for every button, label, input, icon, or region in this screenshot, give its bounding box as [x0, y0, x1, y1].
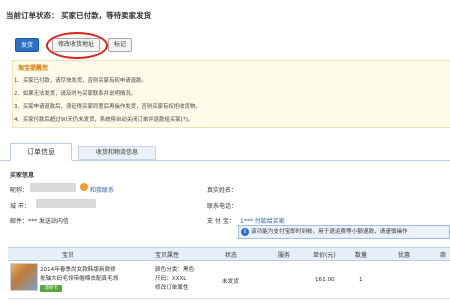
- highlight-circle: [46, 32, 108, 59]
- info-icon: i: [241, 228, 249, 236]
- real-name-label: 真实姓名：: [207, 187, 238, 194]
- tip-item: 3、买家申请退款后，须征得买家同意后再操作发货，否则买家有权拒收货物。: [14, 104, 201, 110]
- col-more: 商: [440, 252, 447, 259]
- item-attr-color: 颜色分类：黑色: [155, 267, 195, 273]
- col-discount: 优惠: [398, 252, 411, 259]
- mark-button[interactable]: 标记: [108, 38, 132, 52]
- tips-title: 淘宝提醒您: [18, 65, 49, 72]
- nickname-value-redacted: [30, 183, 76, 192]
- item-status: 未发货: [222, 279, 239, 285]
- item-quantity: 1: [359, 277, 363, 283]
- wangwang-icon[interactable]: [80, 183, 88, 191]
- tip-item: 2、如果无法发货，请及时与买家联系并说明情况。: [14, 91, 137, 97]
- item-thumbnail[interactable]: [10, 263, 38, 291]
- item-price: 161.00: [315, 277, 335, 283]
- city-label: 城 市：: [10, 203, 30, 210]
- tab-order-info[interactable]: 订单信息: [10, 143, 72, 161]
- item-title-link[interactable]: 2014年春季尚女款韩版新款修: [40, 265, 116, 273]
- col-item: 宝贝: [62, 252, 75, 259]
- tip-item: 1、买家已付款，请尽快发货，否则买家有权申请退款。: [14, 78, 147, 84]
- order-status-text: 当前订单状态： 买家已付款，等待卖家发货: [6, 11, 152, 20]
- col-unit-price: 单价(元): [313, 252, 336, 259]
- alipay-value[interactable]: 1*** 付款给买家: [240, 216, 285, 225]
- phone-label: 联系电话：: [207, 203, 238, 210]
- refund-tooltip: 该功能为支付宝即时到帐，用于退运费等小额退款，请谨慎操作: [238, 225, 450, 239]
- modify-attributes-link[interactable]: 修改订单属性: [155, 283, 189, 291]
- col-attributes: 宝贝属性: [155, 252, 180, 259]
- item-attr-size: 尺码：XXXL: [155, 276, 187, 282]
- col-quantity: 数量: [355, 252, 368, 259]
- col-status: 状态: [225, 252, 238, 259]
- ship-button[interactable]: 发货: [15, 38, 39, 52]
- consumer-protection-badge: 消保卡: [40, 285, 62, 292]
- row-divider: [8, 298, 450, 299]
- contact-seller-link[interactable]: 和我联系: [90, 185, 114, 194]
- nickname-label: 昵称：: [10, 187, 29, 194]
- email-label: 邮件：*** 发送站内信: [10, 218, 69, 225]
- buyer-section-title: 买家信息: [10, 172, 35, 179]
- item-title-line2[interactable]: 批轴大码毛领带帽棉衣配真毛领: [40, 274, 118, 282]
- alipay-label: 支 付 宝：: [207, 218, 235, 225]
- tab-shipping-info[interactable]: 收货和物流信息: [78, 146, 156, 160]
- col-service: 服务: [278, 252, 291, 259]
- city-value-redacted: [36, 199, 96, 208]
- tip-item: 4、买家付款后超过90天仍未发货，系统将自动关闭订单并退款给买家[?]。: [14, 117, 194, 123]
